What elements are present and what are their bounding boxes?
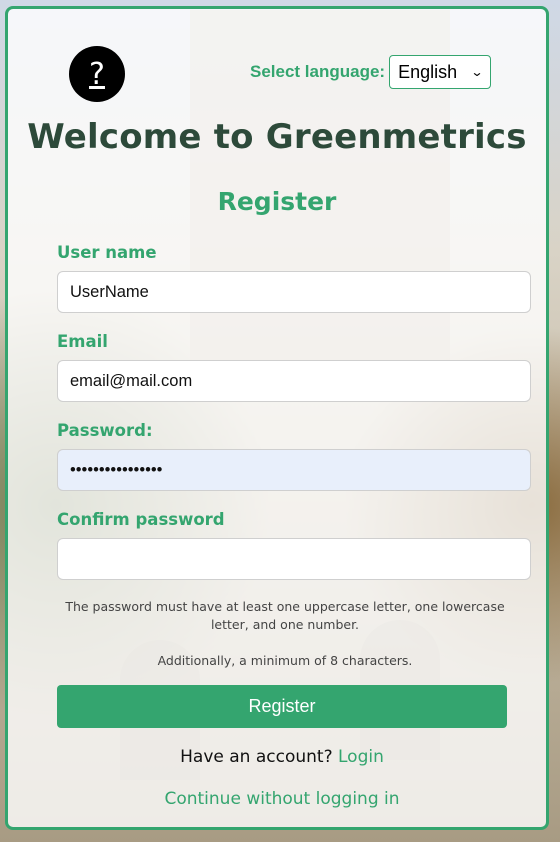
- help-icon-glyph: ?: [89, 56, 105, 92]
- help-icon[interactable]: ?: [69, 46, 125, 102]
- language-selector: Select language: English ⌄: [250, 55, 492, 89]
- form-title: Register: [217, 187, 337, 216]
- username-input[interactable]: UserName: [57, 271, 531, 313]
- email-value: email@mail.com: [70, 371, 193, 390]
- confirm-password-input[interactable]: [57, 538, 531, 580]
- password-input[interactable]: ••••••••••••••••: [57, 449, 531, 491]
- password-rule-hint: The password must have at least one uppe…: [65, 599, 505, 632]
- register-button[interactable]: Register: [57, 685, 507, 728]
- chevron-down-icon: ⌄: [470, 65, 484, 79]
- username-label: User name: [57, 243, 157, 262]
- email-input[interactable]: email@mail.com: [57, 360, 531, 402]
- language-select[interactable]: English ⌄: [389, 55, 492, 89]
- language-label: Select language:: [250, 62, 386, 81]
- password-label: Password:: [57, 421, 153, 440]
- account-row: Have an account? Login: [8, 747, 556, 767]
- account-prompt: Have an account?: [180, 747, 333, 767]
- register-card: ? Select language: English ⌄ Welcome to …: [5, 6, 549, 830]
- login-link[interactable]: Login: [338, 747, 384, 767]
- password-length-hint: Additionally, a minimum of 8 characters.: [157, 653, 413, 668]
- page-title: Welcome to Greenmetrics: [27, 117, 527, 157]
- username-value: UserName: [70, 282, 149, 301]
- register-button-label: Register: [248, 696, 316, 716]
- email-label: Email: [57, 332, 108, 351]
- language-selected-value: English: [398, 61, 458, 82]
- continue-without-login-link[interactable]: Continue without logging in: [8, 789, 556, 809]
- password-value: ••••••••••••••••: [70, 460, 163, 479]
- confirm-password-label: Confirm password: [57, 510, 225, 529]
